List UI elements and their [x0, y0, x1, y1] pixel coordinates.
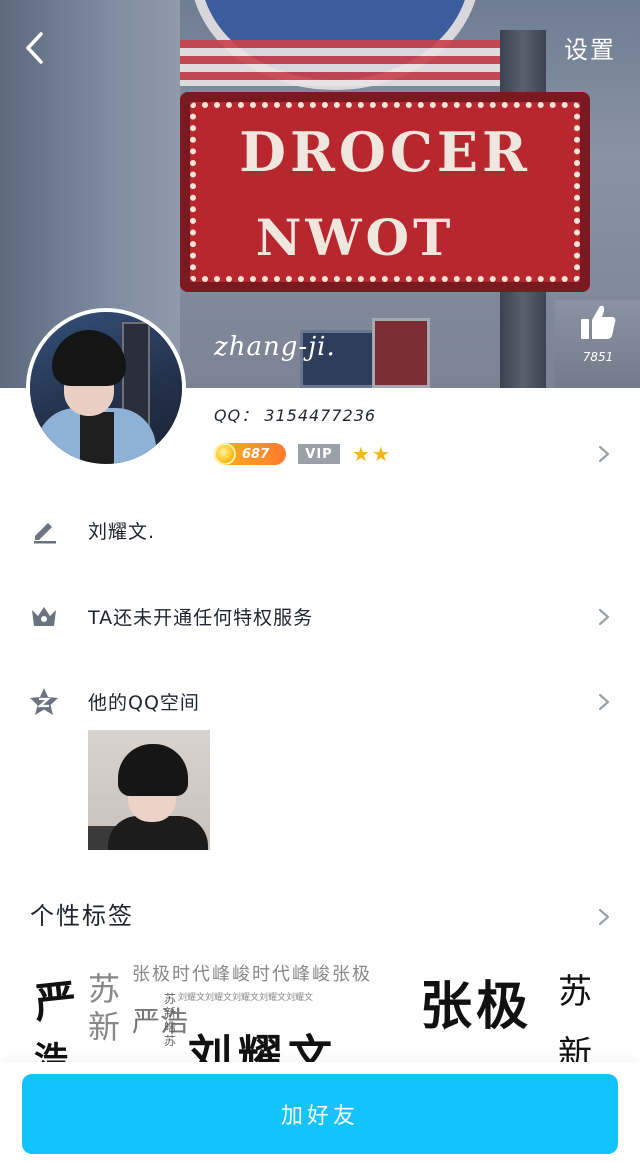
qzone-row[interactable]: 他的QQ空间	[0, 681, 640, 721]
crown-icon	[28, 600, 60, 632]
cover-neon-sign: DROCER NWOT	[180, 92, 590, 292]
tag-art-text: 严	[31, 974, 79, 1029]
settings-button[interactable]: 设置	[564, 30, 616, 65]
cover-sign-line1: DROCER	[239, 120, 531, 184]
bottom-bar: 加好友	[0, 1062, 640, 1162]
chevron-right-icon[interactable]	[596, 908, 612, 926]
tag-art-text: 刘耀文刘耀文刘耀文刘耀文刘耀文	[178, 993, 314, 1003]
qq-number: QQ： 3154477236	[214, 406, 377, 425]
tags-artwork[interactable]: 严 苏 张极时代峰峻时代峰峻张极 刘耀文刘耀文刘耀文刘耀文刘耀文 新 严浩 苏新…	[28, 950, 618, 1062]
chevron-right-icon	[596, 608, 612, 626]
add-friend-button[interactable]: 加好友	[22, 1074, 618, 1154]
tag-art-text: 新	[558, 1034, 592, 1062]
qzone-star-icon	[28, 685, 60, 717]
profile-nickname: zhang-ji.	[214, 332, 336, 362]
chevron-right-icon[interactable]	[596, 445, 612, 463]
qzone-thumbnail[interactable]	[88, 730, 210, 850]
signature-text: 刘耀文.	[88, 520, 156, 543]
tag-art-text: 张极	[420, 976, 533, 1037]
qzone-text: 他的QQ空间	[88, 691, 200, 714]
tag-art-text: 严浩	[132, 1005, 189, 1038]
like-button[interactable]: 7851	[572, 302, 624, 372]
cover-sign-line2: NWOT	[255, 208, 455, 267]
star-badges: ★ ★	[352, 444, 390, 464]
star-icon: ★	[371, 442, 390, 466]
avatar[interactable]	[26, 308, 186, 468]
chevron-right-icon	[596, 693, 612, 711]
level-badge: 687	[214, 443, 286, 465]
tags-title: 个性标签	[30, 902, 134, 930]
back-arrow-icon	[26, 32, 43, 64]
tag-art-text: 新	[88, 1008, 121, 1046]
privilege-row[interactable]: TA还未开通任何特权服务	[0, 596, 640, 636]
tag-art-text: 浩	[34, 1040, 68, 1062]
tag-art-text: 苏新皓苏	[164, 992, 177, 1048]
badge-row[interactable]: 687 VIP ★ ★	[214, 442, 390, 466]
tag-art-text: 张极时代峰峻时代峰峻张极	[132, 964, 372, 985]
tag-art-text: 刘耀文	[188, 1031, 338, 1062]
pencil-icon	[28, 514, 60, 546]
privilege-text: TA还未开通任何特权服务	[88, 606, 314, 629]
back-button[interactable]	[14, 28, 54, 68]
coin-icon	[214, 443, 236, 465]
vip-badge: VIP	[298, 444, 340, 464]
cover-red-box	[372, 318, 430, 388]
signature-row: 刘耀文.	[0, 510, 640, 550]
tag-art-text: 苏	[558, 972, 592, 1012]
level-value: 687	[242, 446, 270, 462]
cover-stripes	[180, 40, 500, 86]
like-count: 7851	[582, 350, 614, 364]
thumbs-up-icon	[581, 305, 616, 339]
star-icon: ★	[352, 442, 370, 466]
